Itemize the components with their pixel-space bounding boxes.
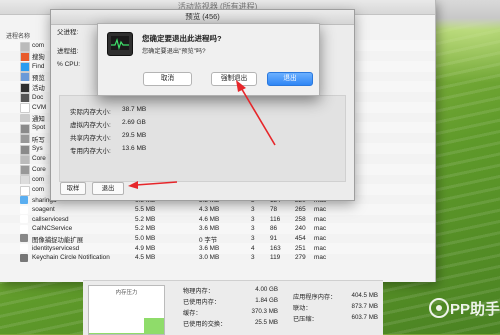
watermark-text: PP助手 [450,301,500,318]
annotation-arrows [128,80,276,189]
arrow-to-force-quit [236,80,276,146]
pp-assistant-watermark: PP助手 [428,292,500,326]
arrow-to-quit [128,181,178,189]
